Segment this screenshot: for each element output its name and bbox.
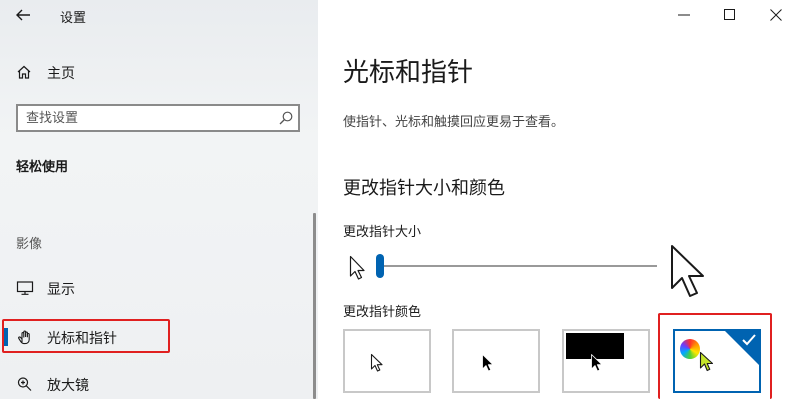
sidebar-scrollbar[interactable]	[313, 213, 316, 399]
back-arrow-icon[interactable]	[14, 6, 32, 24]
sidebar-item-label: 光标和指针	[47, 331, 117, 347]
page-title: 光标和指针	[343, 58, 474, 88]
large-pointer-icon	[671, 245, 704, 297]
white-pointer-icon	[370, 353, 383, 372]
search-input[interactable]	[26, 109, 266, 127]
minimize-button[interactable]	[661, 0, 707, 30]
close-button[interactable]	[753, 0, 795, 30]
home-icon	[17, 65, 31, 79]
sidebar-item-magnifier[interactable]: 放大镜	[0, 367, 318, 401]
color-wheel-icon	[680, 339, 700, 359]
magnifier-icon	[17, 377, 32, 391]
app-title: 设置	[60, 11, 87, 26]
main-content: 光标和指针 使指针、光标和触摸回应更易于查看。 更改指针大小和颜色 更改指针大小…	[318, 0, 795, 399]
pointer-hand-icon	[18, 330, 30, 345]
sidebar-item-cursor-pointer[interactable]: 光标和指针	[0, 320, 318, 354]
pointer-size-label: 更改指针大小	[343, 225, 422, 240]
monitor-icon	[16, 281, 34, 295]
sidebar-item-label: 主页	[47, 66, 75, 82]
close-icon	[770, 9, 782, 21]
checkmark-icon	[742, 334, 756, 346]
pointer-size-slider-thumb[interactable]	[376, 254, 384, 278]
sidebar-item-label: 显示	[47, 282, 75, 298]
pointer-color-label: 更改指针颜色	[343, 305, 422, 320]
maximize-button[interactable]	[707, 0, 753, 30]
small-pointer-icon	[349, 255, 365, 280]
sidebar: 设置 主页 轻松使用 影像 显示 光标和指针 放大镜	[0, 0, 318, 399]
maximize-icon	[724, 9, 735, 20]
section-title: 轻松使用	[16, 160, 69, 175]
pointer-color-custom-option[interactable]	[673, 329, 761, 393]
selection-indicator	[4, 328, 8, 346]
page-description: 使指针、光标和触摸回应更易于查看。	[343, 115, 565, 130]
group-label: 影像	[16, 237, 43, 252]
pointer-color-black-option[interactable]	[452, 329, 540, 393]
pointer-size-slider-track[interactable]	[380, 265, 657, 267]
sidebar-item-home[interactable]: 主页	[0, 58, 318, 86]
sidebar-item-label: 放大镜	[47, 378, 89, 394]
search-box[interactable]	[16, 104, 300, 132]
pointer-color-inverted-option[interactable]	[562, 329, 650, 393]
inverted-pointer-icon	[591, 354, 603, 372]
black-pointer-icon	[482, 354, 494, 372]
custom-color-pointer-icon	[699, 351, 714, 372]
search-icon[interactable]	[278, 110, 294, 126]
sidebar-item-display[interactable]: 显示	[0, 271, 318, 305]
minimize-icon	[678, 14, 690, 16]
pointer-color-white-option[interactable]	[343, 329, 431, 393]
section-heading: 更改指针大小和颜色	[343, 178, 505, 199]
